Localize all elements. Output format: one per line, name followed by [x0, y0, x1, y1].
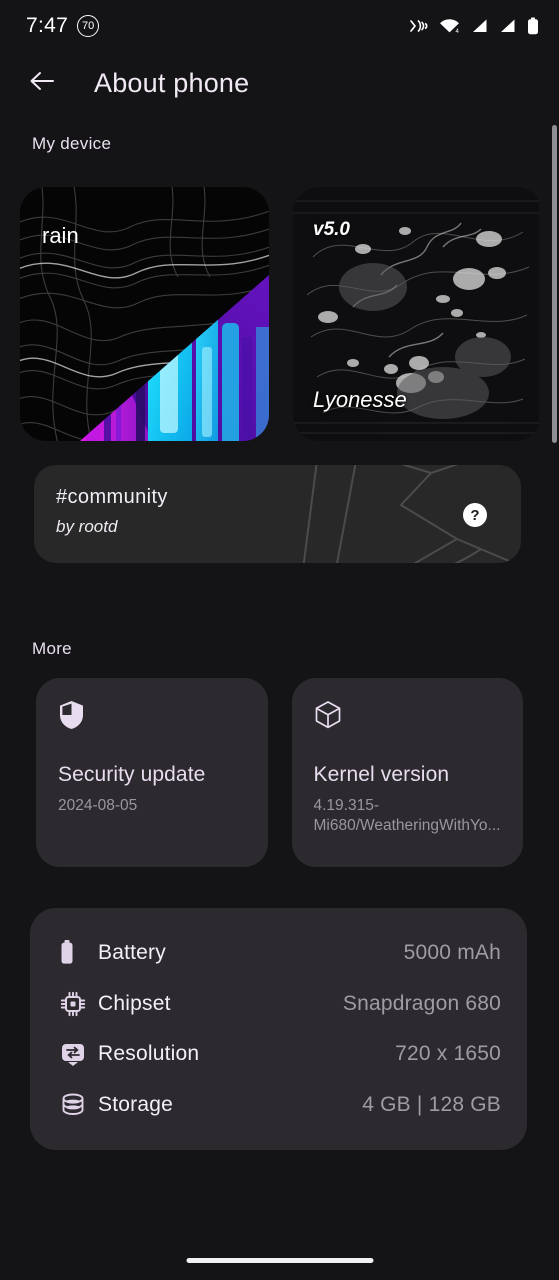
help-icon[interactable]: ? — [463, 503, 487, 527]
rom-card-name: Lyonesse — [313, 387, 407, 412]
device-cards-row: rain v5.0 Lyonesse — [20, 187, 539, 441]
signal-1-icon — [471, 18, 488, 34]
spec-label-storage: Storage — [98, 1092, 173, 1116]
arrow-back-icon — [28, 69, 56, 98]
security-update-card[interactable]: Security update 2024-08-05 — [36, 678, 268, 867]
community-title: #community — [56, 486, 168, 508]
rom-card-lyonesse[interactable]: v5.0 Lyonesse — [293, 187, 539, 441]
battery-icon — [60, 940, 90, 966]
section-label-more: More — [32, 639, 72, 658]
kernel-version-card[interactable]: Kernel version 4.19.315-Mi680/Weathering… — [291, 678, 523, 867]
resolution-icon — [60, 1042, 90, 1067]
security-update-date: 2024-08-05 — [58, 796, 138, 814]
spec-row-resolution[interactable]: Resolution 720 x 1650 — [60, 1031, 501, 1077]
cards-scrollbar[interactable] — [552, 125, 557, 443]
spec-row-storage[interactable]: Storage 4 GB | 128 GB — [60, 1082, 501, 1128]
battery-icon — [527, 17, 539, 35]
community-subtitle: by rootd — [56, 517, 118, 536]
kernel-version-value: 4.19.315-Mi680/WeatheringWithYo... — [313, 796, 501, 835]
wallpaper-card-label: rain — [42, 223, 79, 248]
spec-label-chipset: Chipset — [98, 991, 171, 1015]
back-button[interactable] — [26, 67, 58, 99]
wallpaper-card-rain[interactable]: rain — [20, 187, 269, 441]
page-title: About phone — [94, 67, 250, 98]
gesture-nav-pill[interactable] — [186, 1258, 373, 1263]
svg-text:4: 4 — [456, 29, 460, 34]
security-update-title: Security update — [58, 763, 206, 786]
storage-icon — [60, 1092, 90, 1118]
spec-row-chipset[interactable]: Chipset Snapdragon 680 — [60, 981, 501, 1027]
spec-label-resolution: Resolution — [98, 1042, 200, 1066]
spec-label-battery: Battery — [98, 941, 166, 965]
shield-icon — [58, 700, 248, 730]
chipset-icon — [60, 991, 90, 1017]
cube-icon — [314, 700, 504, 730]
section-label-my-device: My device — [32, 134, 112, 153]
status-time: 7:47 — [26, 14, 69, 37]
nfc-icon — [409, 18, 428, 34]
page-header: About phone — [0, 52, 559, 114]
signal-2-icon — [499, 18, 516, 34]
more-cards-row: Security update 2024-08-05 Kernel versio… — [36, 678, 523, 867]
wifi-icon: 4 — [439, 18, 460, 34]
spec-value-resolution: 720 x 1650 — [395, 1042, 501, 1066]
device-specs-card: Battery 5000 mAh Chipset Snapdragon 680 … — [30, 908, 527, 1150]
rom-card-version: v5.0 — [313, 219, 350, 240]
status-battery-percent-badge: 70 — [77, 15, 100, 37]
spec-value-battery: 5000 mAh — [403, 941, 501, 965]
community-banner[interactable]: #community by rootd ? — [34, 465, 521, 563]
spec-value-chipset: Snapdragon 680 — [342, 991, 501, 1015]
status-bar-right: 4 — [409, 17, 539, 35]
spec-value-storage: 4 GB | 128 GB — [362, 1092, 501, 1116]
spec-row-battery[interactable]: Battery 5000 mAh — [60, 930, 501, 976]
status-bar-left: 7:47 70 — [26, 14, 100, 38]
kernel-version-title: Kernel version — [313, 763, 450, 786]
status-bar: 7:47 70 4 — [0, 0, 559, 52]
